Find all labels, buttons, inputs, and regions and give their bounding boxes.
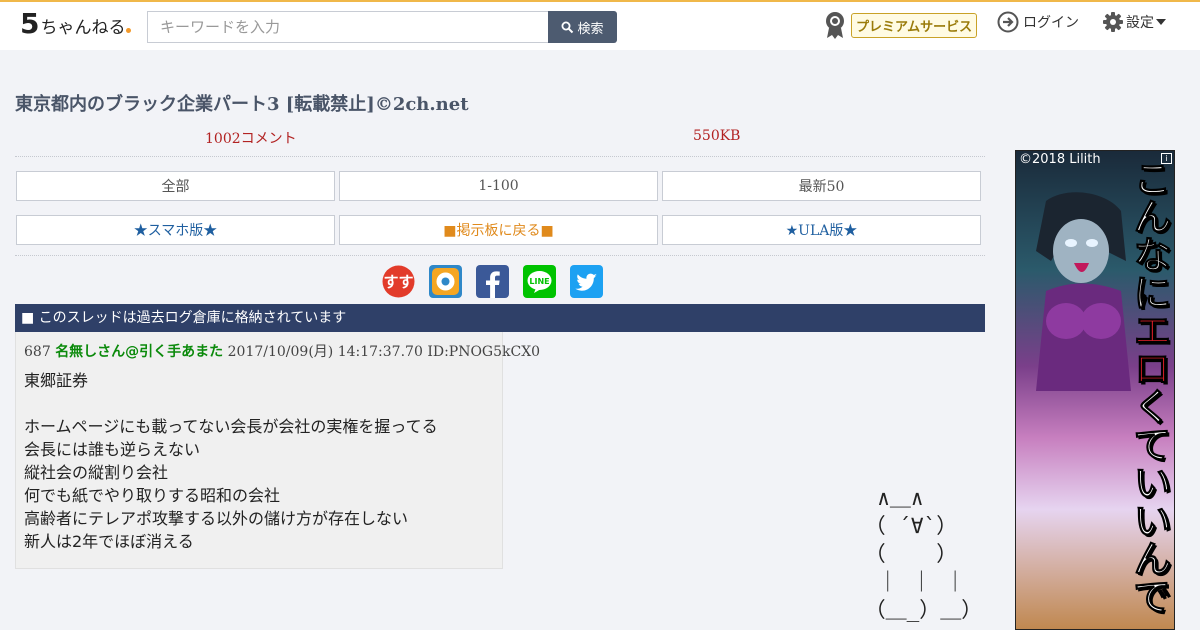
svg-text:LINE: LINE xyxy=(529,277,549,286)
post-687: 687 名無しさん@引く手あまた 2017/10/09(月) 14:17:37.… xyxy=(15,332,540,569)
ad-character-illustration xyxy=(1036,192,1131,391)
comment-count: 1002コメント xyxy=(205,131,297,147)
ad-text-2: くて xyxy=(1127,387,1172,464)
divider xyxy=(15,255,985,256)
premium-service-badge: プレミアムサービス xyxy=(851,12,978,38)
ad-text-1: こんなに xyxy=(1127,159,1172,312)
facebook-icon[interactable] xyxy=(476,265,509,298)
view-all-button[interactable]: 全部 xyxy=(16,171,335,201)
ad-copyright: ©2018 Lilith xyxy=(1019,152,1101,167)
post-body: 東郷証券 ホームページにも載ってない会長が会社の実権を握ってる 会長には誰も逆ら… xyxy=(24,369,438,553)
view-1-100-button[interactable]: 1-100 xyxy=(339,171,658,201)
post-author-name: 名無しさん@引く手あまた xyxy=(55,344,224,360)
caret-down-icon xyxy=(1156,19,1166,25)
post-line: 縦社会の縦割り会社 xyxy=(24,463,169,482)
logo-mark: 5 xyxy=(20,7,40,40)
thread-size: 550KB xyxy=(693,128,741,144)
archived-notice: ■ このスレッドは過去ログ倉庫に格納されています xyxy=(15,304,985,332)
top-header: 5 ちゃんねる キーワードを入力 検索 プレミアムサービス ログイン 設定 xyxy=(0,2,1200,50)
search-icon xyxy=(561,21,574,33)
post-line: 何でも紙でやり取りする昭和の会社 xyxy=(24,486,281,505)
post-header: 687 名無しさん@引く手あまた 2017/10/09(月) 14:17:37.… xyxy=(24,341,540,361)
settings-menu[interactable]: 設定 xyxy=(1102,11,1166,33)
ad-text-red: エロ xyxy=(1127,311,1172,388)
search-button-label: 検索 xyxy=(577,21,604,37)
sidebar-ad-banner[interactable]: ©2018 Lilith i こんなにエロくていいんで xyxy=(1015,150,1175,630)
post-line: 高齢者にテレアポ攻撃する以外の儲け方が存在しない xyxy=(24,509,409,528)
post-line xyxy=(24,392,438,415)
post-date: 2017/10/09(月) 14:17:37.70 xyxy=(227,344,423,360)
post-line: ホームページにも載ってない会長が会社の実権を握ってる xyxy=(24,417,438,436)
login-link[interactable]: ログイン xyxy=(997,11,1079,33)
login-icon xyxy=(997,11,1019,33)
divider xyxy=(15,156,985,157)
logo-dot xyxy=(126,28,132,33)
thread-title: 東京都内のブラック企業パート3 [転載禁止]©2ch.net xyxy=(15,94,469,115)
post-number[interactable]: 687 xyxy=(24,344,51,360)
login-label: ログイン xyxy=(1023,15,1079,31)
back-to-board-link[interactable]: ■掲示板に戻る■ xyxy=(339,215,658,245)
app-icon[interactable] xyxy=(429,265,462,298)
logo-text: ちゃんねる xyxy=(40,18,126,38)
ula-version-link[interactable]: ★ULA版★ xyxy=(662,215,981,245)
smartphone-version-link[interactable]: ★スマホ版★ xyxy=(16,215,335,245)
twitter-icon[interactable] xyxy=(570,265,603,298)
line-icon[interactable]: LINE xyxy=(523,265,556,298)
matome-icon[interactable]: すす xyxy=(382,265,415,298)
ascii-art-cat: ∧＿∧ （ ´∀`） （ ） ｜ ｜ ｜ （＿_）＿） xyxy=(864,486,983,622)
svg-text:すす: すす xyxy=(383,273,413,291)
search-input[interactable]: キーワードを入力 xyxy=(147,11,549,43)
award-ribbon-icon xyxy=(826,12,844,39)
post-line: 会長には誰も逆らえない xyxy=(24,440,201,459)
post-line: 新人は2年でほぼ消える xyxy=(24,532,194,551)
settings-label: 設定 xyxy=(1126,15,1154,31)
site-logo[interactable]: 5 ちゃんねる xyxy=(20,7,132,40)
post-id[interactable]: ID:PNOG5kCX0 xyxy=(427,344,540,360)
view-latest-50-button[interactable]: 最新50 xyxy=(662,171,981,201)
premium-service-link[interactable]: プレミアムサービス xyxy=(823,10,978,40)
post-line: 東郷証券 xyxy=(24,371,89,390)
ad-text-3: いいんで xyxy=(1127,463,1172,616)
ad-headline: こんなにエロくていいんで xyxy=(1127,159,1172,616)
search-button[interactable]: 検索 xyxy=(548,11,617,43)
gear-icon xyxy=(1103,12,1123,32)
